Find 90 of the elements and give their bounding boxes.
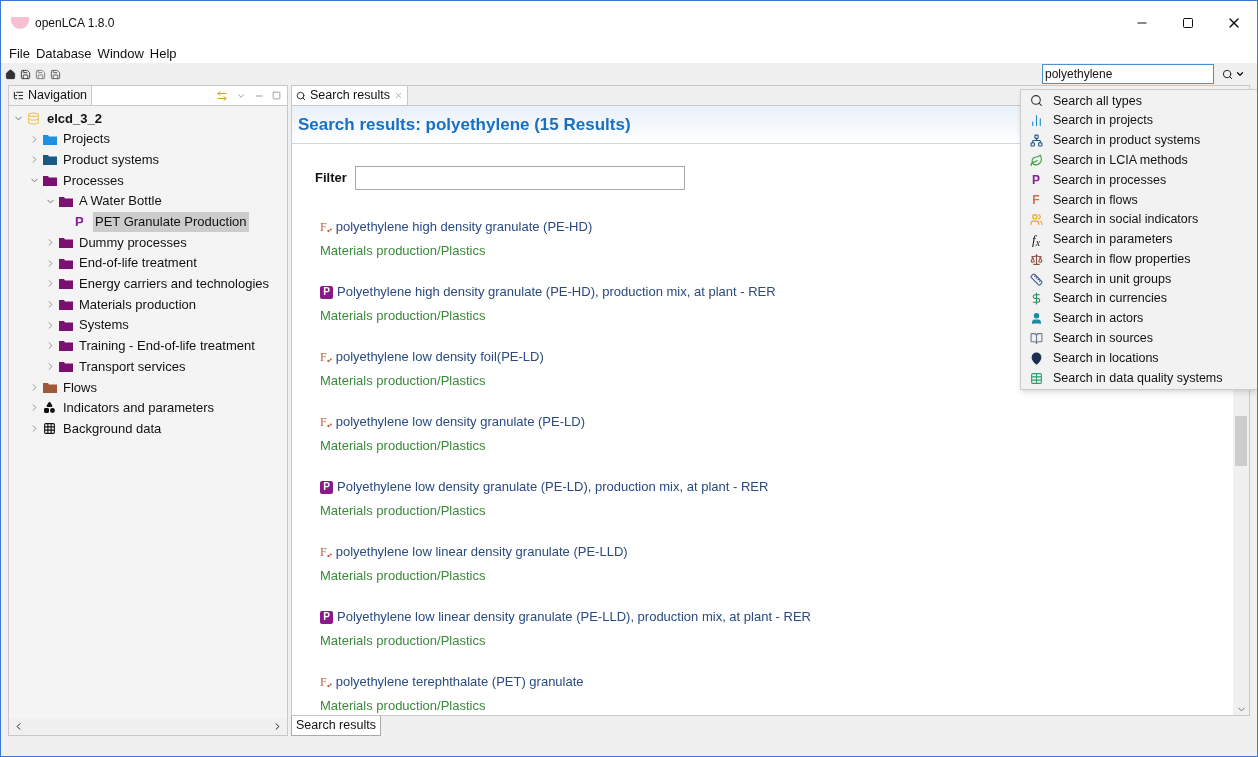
- tree-item[interactable]: Materials production: [77, 294, 199, 315]
- tree-item[interactable]: Energy carriers and technologies: [77, 274, 272, 294]
- menu-option[interactable]: Search in flow properties: [1021, 249, 1257, 270]
- person-icon: [1029, 312, 1043, 326]
- window-title: openLCA 1.8.0: [35, 15, 115, 32]
- tree-item[interactable]: Indicators and parameters: [61, 398, 217, 418]
- menu-option[interactable]: Search in sources: [1021, 328, 1257, 349]
- function-icon: f$_{x}$: [1032, 232, 1040, 246]
- tree-item[interactable]: Background data: [61, 418, 164, 439]
- menu-option[interactable]: P Search in processes: [1021, 170, 1257, 190]
- filter-field[interactable]: [354, 166, 685, 190]
- menu-option[interactable]: Search in unit groups: [1021, 269, 1257, 289]
- tree-item[interactable]: Flows: [61, 377, 99, 398]
- menu-option[interactable]: Search in actors: [1021, 308, 1257, 329]
- process-icon: P: [320, 610, 333, 624]
- menu-item[interactable]: File: [9, 44, 30, 64]
- tree-icon: [13, 90, 24, 101]
- search-results-tab[interactable]: Search results: [292, 86, 408, 105]
- tree-item[interactable]: PET Granulate Production: [93, 212, 249, 232]
- link-icon[interactable]: [216, 89, 228, 102]
- search-field[interactable]: polyethylene: [1042, 64, 1214, 84]
- tree-item[interactable]: Systems: [77, 315, 131, 335]
- category-path[interactable]: Materials production/Plastics: [320, 501, 486, 521]
- result-link[interactable]: polyethylene terephthalate (PET) granulate: [335, 672, 584, 692]
- category-path[interactable]: Materials production/Plastics: [320, 371, 486, 391]
- ruler-icon: [1029, 272, 1043, 286]
- scrollbar-thumb[interactable]: [1235, 416, 1247, 466]
- maximize-icon[interactable]: [272, 91, 281, 100]
- tree-item[interactable]: Transport services: [77, 356, 188, 377]
- search-icon: [1222, 68, 1233, 80]
- app-logo-icon: [11, 17, 29, 29]
- tree-item[interactable]: Training - End-of-life treatment: [77, 336, 257, 356]
- search-icon: [1029, 94, 1043, 108]
- result-link[interactable]: polyethylene high density granulate (PE-HD): [335, 217, 593, 237]
- result-link[interactable]: Polyethylene high density granulate (PE-HD), production mix, at plant - RER: [337, 282, 776, 302]
- menu-option[interactable]: Search in LCIA methods: [1021, 150, 1257, 171]
- process-icon: P: [320, 285, 333, 299]
- filter-label: Filter: [315, 169, 347, 188]
- menu-option[interactable]: Search in currencies: [1021, 288, 1257, 309]
- shapes-icon: [43, 401, 56, 415]
- process-icon: P: [75, 215, 84, 229]
- tree-item[interactable]: Product systems: [61, 149, 162, 170]
- grid-icon: [43, 422, 56, 436]
- caret-icon: [1235, 69, 1245, 79]
- result-link[interactable]: polyethylene low density foil(PE-LD): [335, 347, 544, 367]
- result-link[interactable]: Polyethylene low density granulate (PE-LD), production mix, at plant - RER: [337, 477, 769, 497]
- menu-option[interactable]: f$_{x}$ Search in parameters: [1021, 229, 1257, 250]
- close-icon[interactable]: [393, 91, 403, 100]
- search-results-bottom-tab[interactable]: Search results: [291, 716, 381, 736]
- category-path[interactable]: Materials production/Plastics: [320, 696, 486, 715]
- tree-item[interactable]: A Water Bottle: [77, 191, 164, 211]
- leaf-icon: [1029, 153, 1043, 167]
- scale-icon: [1029, 252, 1043, 266]
- tree-item[interactable]: elcd_3_2: [45, 108, 104, 129]
- horizontal-scrollbar[interactable]: [9, 718, 287, 735]
- result-link[interactable]: polyethylene low density granulate (PE-LD): [335, 412, 585, 432]
- people-icon: [1029, 213, 1043, 227]
- maximize-icon: [1182, 17, 1194, 29]
- home-icon[interactable]: [5, 68, 16, 80]
- menu-option[interactable]: Search in data quality systems: [1021, 368, 1257, 388]
- tree-item[interactable]: Projects: [61, 129, 112, 149]
- tree-item[interactable]: End-of-life treatment: [77, 253, 199, 273]
- menu-item[interactable]: Help: [149, 44, 177, 64]
- tree-item[interactable]: Processes: [61, 170, 126, 191]
- category-path[interactable]: Materials production/Plastics: [320, 631, 486, 651]
- menu-option[interactable]: Search in social indicators: [1021, 209, 1257, 230]
- bar-chart-icon: [1029, 114, 1043, 128]
- result-link[interactable]: polyethylene low linear density granulate (PE-LLD): [335, 542, 628, 562]
- result-link[interactable]: Polyethylene low linear density granulate (PE-LLD), production mix, at plant - RER: [337, 607, 811, 627]
- f-letter-icon: F: [1032, 193, 1040, 206]
- search-icon: [296, 90, 306, 101]
- category-path[interactable]: Materials production/Plastics: [320, 436, 486, 456]
- save-all-icon[interactable]: [50, 68, 61, 80]
- save-icon[interactable]: [20, 68, 31, 80]
- navigation-tab[interactable]: Navigation: [9, 86, 93, 105]
- category-path[interactable]: Materials production/Plastics: [320, 241, 486, 261]
- menu-option[interactable]: Search in locations: [1021, 348, 1257, 369]
- menu-item[interactable]: Window: [97, 44, 144, 64]
- category-path[interactable]: Materials production/Plastics: [320, 566, 486, 586]
- category-path[interactable]: Materials production/Plastics: [320, 306, 486, 326]
- process-icon: P: [320, 480, 333, 494]
- table-icon: [1029, 371, 1043, 385]
- menu-item[interactable]: Database: [35, 44, 92, 64]
- tree-item[interactable]: Dummy processes: [77, 232, 189, 253]
- p-letter-icon: P: [1032, 174, 1040, 187]
- book-icon: [1029, 331, 1043, 345]
- menu-option[interactable]: F Search in flows: [1021, 190, 1257, 210]
- pin-icon: [1029, 351, 1043, 365]
- database-icon: [27, 111, 40, 125]
- hierarchy-icon: [1029, 134, 1043, 147]
